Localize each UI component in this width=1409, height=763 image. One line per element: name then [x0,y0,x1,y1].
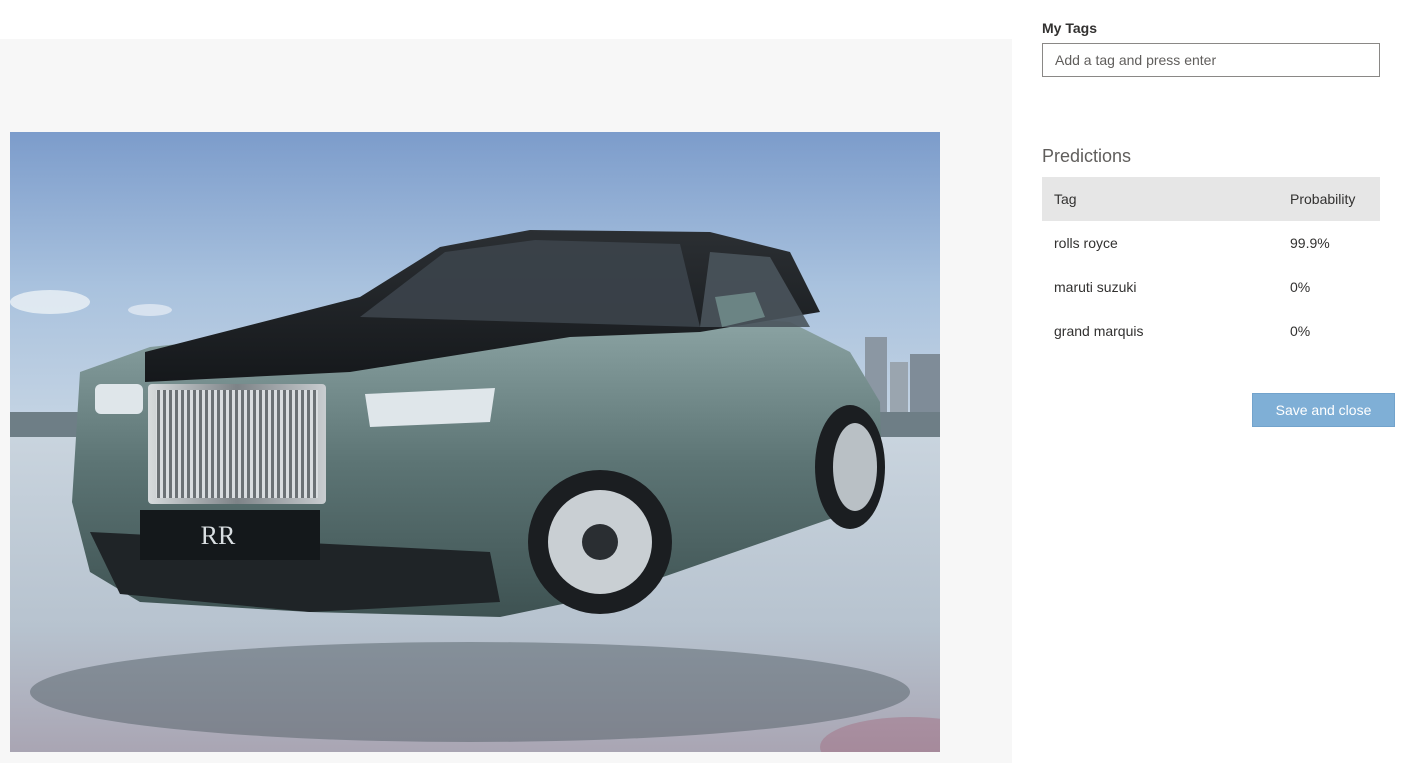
car-image: RR [10,132,940,752]
table-row: grand marquis 0% [1042,309,1380,353]
table-header-row: Tag Probability [1042,177,1380,221]
predictions-table: Tag Probability rolls royce 99.9% maruti… [1042,177,1380,353]
table-row: rolls royce 99.9% [1042,221,1380,265]
tag-input[interactable] [1042,43,1380,77]
car-photo: RR [10,132,940,752]
prediction-tag: rolls royce [1054,235,1118,251]
column-header-tag: Tag [1042,177,1290,221]
rr-badge: RR [201,521,236,550]
save-and-close-button[interactable]: Save and close [1252,393,1395,427]
side-panel: My Tags Predictions Tag Probability roll… [1042,0,1402,763]
predictions-title: Predictions [1042,146,1132,166]
prediction-probability: 0% [1290,323,1311,339]
table-row: maruti suzuki 0% [1042,265,1380,309]
prediction-probability: 0% [1290,279,1311,295]
my-tags-label: My Tags [1042,20,1097,36]
prediction-probability: 99.9% [1290,235,1330,251]
column-header-probability: Probability [1290,177,1380,221]
image-pane: RR [0,39,1012,763]
prediction-tag: maruti suzuki [1054,279,1137,295]
prediction-tag: grand marquis [1054,323,1144,339]
